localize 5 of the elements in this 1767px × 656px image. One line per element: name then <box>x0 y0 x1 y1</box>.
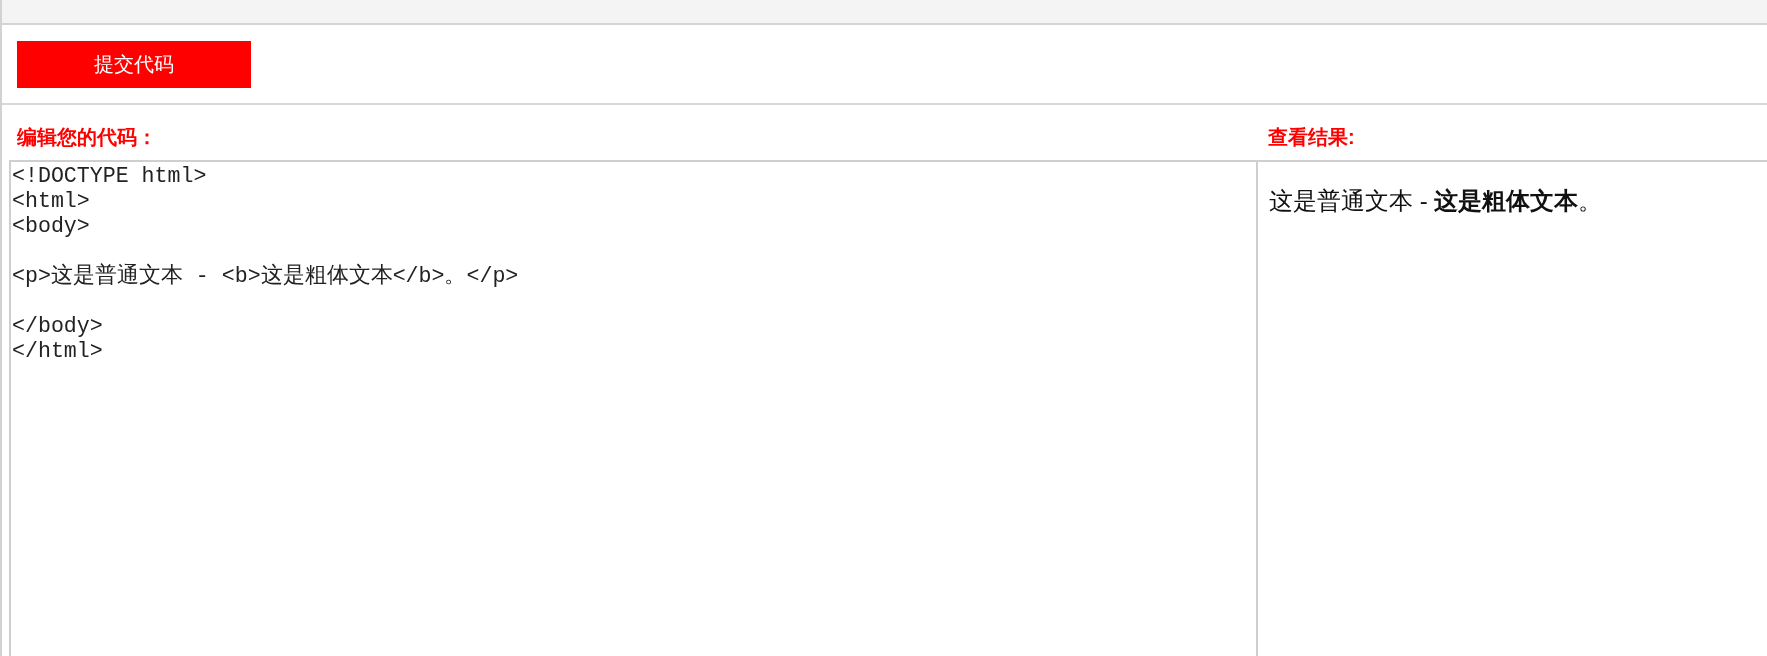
submit-button[interactable]: 提交代码 <box>17 40 251 88</box>
result-label: 查看结果: <box>1268 125 1355 149</box>
editor-label: 编辑您的代码： <box>17 125 157 149</box>
result-text: 这是普通文本 - 这是粗体文本。 <box>1269 186 1604 216</box>
code-editor[interactable]: <!DOCTYPE html> <html> <body> <p>这是普通文本 - <b>这是粗体文本</b>。</p> </body> </html> <box>9 160 1258 656</box>
